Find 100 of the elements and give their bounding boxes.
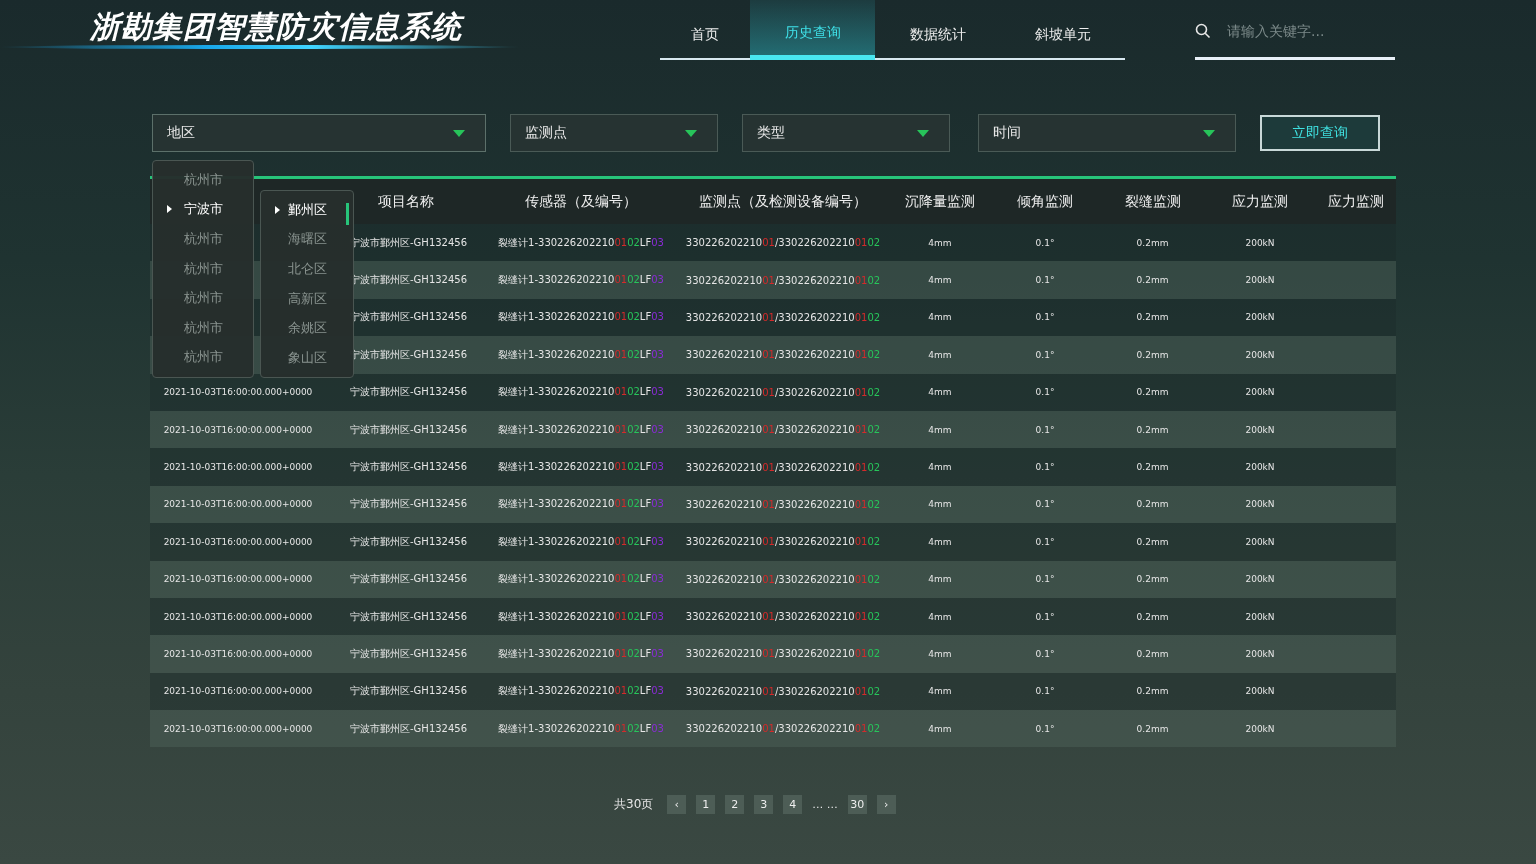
column-header: 应力监测 bbox=[1231, 192, 1289, 211]
city-option[interactable]: 杭州市 bbox=[153, 312, 253, 343]
table-cell: 0.1° bbox=[1035, 499, 1055, 510]
table-cell: 200kN bbox=[1245, 536, 1275, 547]
dropdown-caret-icon bbox=[917, 129, 929, 137]
table-cell: 2021-10-03T16:00:00.000+0000 bbox=[163, 574, 313, 585]
table-cell: 200kN bbox=[1245, 312, 1275, 323]
city-option[interactable]: 杭州市 bbox=[153, 224, 253, 254]
table-cell: 0.1° bbox=[1035, 275, 1055, 286]
table-cell: 0.2mm bbox=[1136, 611, 1169, 622]
nav-tab[interactable]: 斜坡单元 bbox=[1000, 0, 1125, 60]
scrollbar-thumb[interactable] bbox=[346, 203, 349, 225]
table-cell: 4mm bbox=[928, 275, 952, 286]
table-cell: 裂缝计1-3302262022100102LF03 bbox=[498, 274, 664, 286]
table-cell: 2021-10-03T16:00:00.000+0000 bbox=[163, 686, 313, 697]
table-cell: 宁波市鄞州区-GH132456 bbox=[350, 573, 468, 585]
nav-tab[interactable]: 历史查询 bbox=[750, 0, 875, 60]
table-cell: 200kN bbox=[1245, 387, 1275, 398]
table-cell: 裂缝计1-3302262022100102LF03 bbox=[498, 423, 664, 435]
table-cell: 裂缝计1-3302262022100102LF03 bbox=[498, 498, 664, 510]
table-cell: 0.1° bbox=[1035, 574, 1055, 585]
column-header: 应力监测 bbox=[1326, 192, 1385, 211]
district-option[interactable]: 余姚区 bbox=[261, 313, 353, 343]
table-cell: 0.2mm bbox=[1136, 649, 1169, 659]
city-option[interactable]: 杭州市 bbox=[153, 283, 253, 313]
prev-page-button[interactable]: ‹ bbox=[667, 795, 687, 815]
table-cell: 裂缝计1-3302262022100102LF03 bbox=[498, 648, 664, 659]
table-cell: 4mm bbox=[928, 387, 952, 398]
filter-select[interactable]: 类型 bbox=[742, 114, 950, 152]
table-cell: 33022620221001/3302262022100102 bbox=[685, 386, 881, 398]
table-cell: 200kN bbox=[1245, 574, 1275, 585]
table-cell: 33022620221001/3302262022100102 bbox=[685, 311, 881, 323]
table-cell: 4mm bbox=[928, 686, 952, 697]
city-option[interactable]: 宁波市 bbox=[153, 194, 253, 225]
table-cell: 0.2mm bbox=[1136, 574, 1169, 585]
city-option[interactable]: 杭州市 bbox=[153, 342, 253, 373]
table-cell: 裂缝计1-3302262022100102LF03 bbox=[498, 236, 664, 248]
district-option[interactable]: 高新区 bbox=[261, 283, 353, 314]
column-header: 监测点（及检测设备编号） bbox=[698, 192, 868, 211]
table-cell: 4mm bbox=[928, 462, 952, 473]
column-header: 裂缝监测 bbox=[1123, 192, 1182, 211]
page-ellipsis: … … bbox=[812, 798, 838, 812]
table-cell: 0.1° bbox=[1035, 237, 1055, 248]
table-cell: 0.1° bbox=[1035, 611, 1055, 622]
column-header: 项目名称 bbox=[377, 192, 435, 211]
table-cell: 33022620221001/3302262022100102 bbox=[685, 648, 881, 660]
next-page-button[interactable]: › bbox=[876, 795, 896, 815]
table-cell: 33022620221001/3302262022100102 bbox=[685, 611, 881, 623]
dropdown-caret-icon bbox=[453, 129, 465, 137]
search-icon[interactable] bbox=[1195, 22, 1211, 39]
table-cell: 0.1° bbox=[1035, 312, 1055, 323]
dropdown-caret-icon bbox=[1203, 129, 1215, 137]
district-option[interactable]: 海曙区 bbox=[261, 224, 353, 255]
page-button[interactable]: 30 bbox=[847, 795, 867, 815]
table-cell: 0.2mm bbox=[1136, 536, 1169, 547]
table-cell: 裂缝计1-3302262022100102LF03 bbox=[498, 573, 664, 585]
table-cell: 4mm bbox=[928, 499, 952, 510]
filter-select[interactable]: 时间 bbox=[978, 114, 1236, 152]
column-header: 传感器（及编号） bbox=[524, 192, 638, 211]
filter-select[interactable]: 地区 bbox=[152, 114, 486, 152]
query-button[interactable]: 立即查询 bbox=[1260, 115, 1380, 151]
city-option[interactable]: 杭州市 bbox=[153, 165, 253, 195]
expand-arrow-icon bbox=[275, 205, 280, 214]
table-cell: 0.1° bbox=[1035, 387, 1055, 398]
table-cell: 裂缝计1-3302262022100102LF03 bbox=[498, 386, 664, 398]
table-cell: 4mm bbox=[928, 536, 952, 547]
table-cell: 2021-10-03T16:00:00.000+0000 bbox=[163, 424, 313, 435]
table-cell: 裂缝计1-3302262022100102LF03 bbox=[498, 348, 664, 360]
nav-tab[interactable]: 首页 bbox=[660, 0, 750, 60]
table-cell: 200kN bbox=[1245, 686, 1275, 697]
table-cell: 4mm bbox=[928, 611, 952, 622]
table-cell: 33022620221001/3302262022100102 bbox=[685, 498, 881, 510]
city-option[interactable]: 杭州市 bbox=[153, 253, 253, 284]
table-cell: 0.1° bbox=[1035, 686, 1055, 697]
search-field[interactable]: 请输入关键字... bbox=[1225, 21, 1379, 40]
page-button[interactable]: 1 bbox=[696, 795, 716, 815]
table-cell: 4mm bbox=[928, 424, 952, 435]
filter-select[interactable]: 监测点 bbox=[510, 114, 718, 152]
district-option[interactable]: 北仑区 bbox=[261, 254, 353, 284]
table-cell: 宁波市鄞州区-GH132456 bbox=[350, 535, 468, 547]
table-cell: 宁波市鄞州区-GH132456 bbox=[350, 610, 468, 622]
table-cell: 0.2mm bbox=[1136, 723, 1169, 734]
table-cell: 0.1° bbox=[1035, 536, 1055, 547]
table-cell: 宁波市鄞州区-GH132456 bbox=[350, 423, 468, 435]
page-button[interactable]: 3 bbox=[754, 795, 774, 815]
table-cell: 33022620221001/3302262022100102 bbox=[685, 424, 881, 436]
column-header: 沉降量监测 bbox=[904, 192, 976, 211]
nav-tab[interactable]: 数据统计 bbox=[875, 0, 1000, 60]
table-cell: 4mm bbox=[928, 312, 952, 323]
column-header: 倾角监测 bbox=[1016, 192, 1074, 211]
table-cell: 200kN bbox=[1245, 349, 1275, 360]
page-button[interactable]: 4 bbox=[783, 795, 803, 815]
table-cell: 2021-10-03T16:00:00.000+0000 bbox=[163, 387, 313, 398]
district-option[interactable]: 象山区 bbox=[261, 342, 353, 373]
page-button[interactable]: 2 bbox=[725, 795, 745, 815]
table-cell: 4mm bbox=[928, 574, 952, 585]
dropdown-caret-icon bbox=[685, 129, 697, 137]
table-cell: 0.2mm bbox=[1136, 237, 1169, 248]
district-option[interactable]: 鄞州区 bbox=[261, 195, 353, 225]
table-cell: 200kN bbox=[1245, 275, 1275, 286]
